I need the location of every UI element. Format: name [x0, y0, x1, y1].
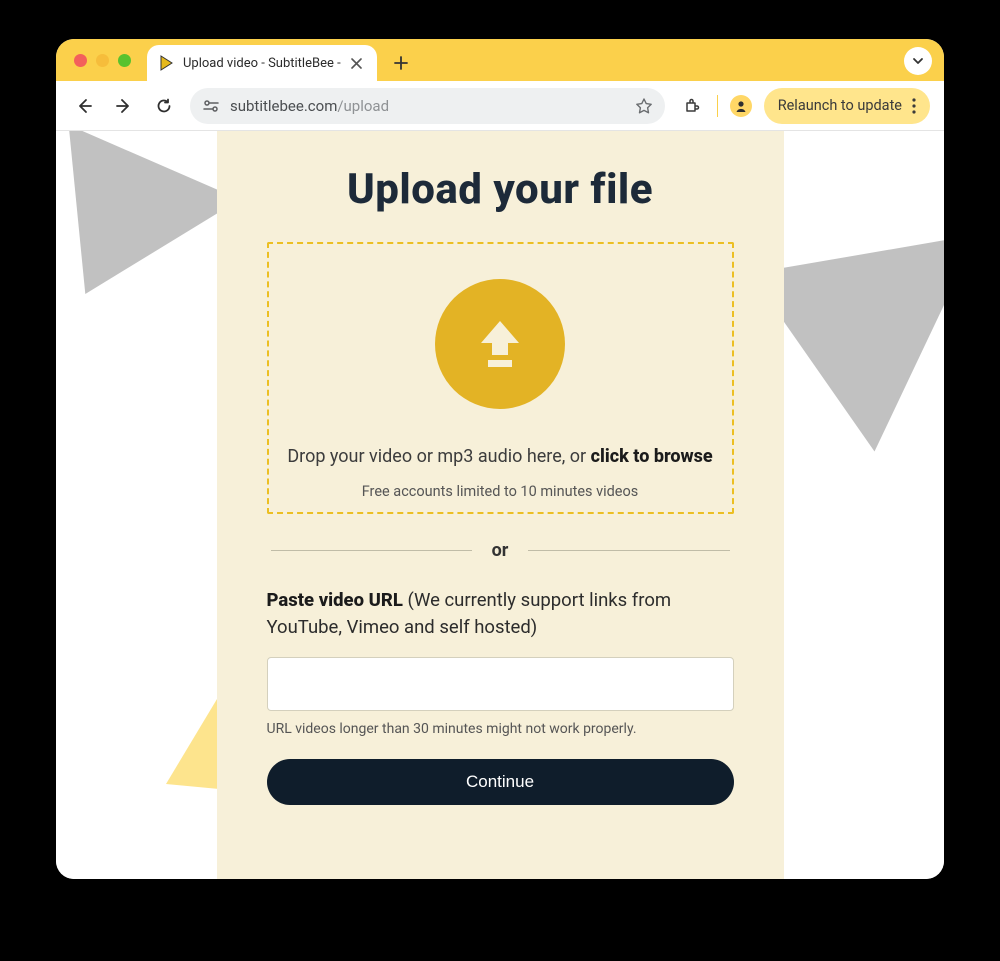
- forward-button[interactable]: [110, 92, 138, 120]
- close-tab-button[interactable]: [349, 55, 365, 71]
- browser-window: Upload video - SubtitleBee -: [56, 39, 944, 879]
- dropzone-text-prefix: Drop your video or mp3 audio here, or: [287, 446, 590, 467]
- back-button[interactable]: [70, 92, 98, 120]
- address-domain: subtitlebee.com: [230, 97, 337, 115]
- url-hint-text: URL videos longer than 30 minutes might …: [267, 721, 734, 737]
- new-tab-button[interactable]: [387, 49, 415, 77]
- window-controls: [68, 39, 131, 81]
- paste-url-label: Paste video URL (We currently support li…: [267, 587, 734, 641]
- page-title: Upload your file: [267, 165, 734, 214]
- more-icon: [912, 98, 916, 114]
- toolbar-divider: [717, 95, 718, 117]
- browser-tab[interactable]: Upload video - SubtitleBee -: [147, 45, 377, 81]
- extensions-button[interactable]: [677, 92, 705, 120]
- paste-url-label-bold: Paste video URL: [267, 589, 403, 611]
- file-dropzone[interactable]: Drop your video or mp3 audio here, or cl…: [267, 242, 734, 514]
- page-viewport: Upload your file Drop your video or mp3 …: [56, 131, 944, 879]
- continue-label: Continue: [466, 772, 534, 791]
- dropzone-text: Drop your video or mp3 audio here, or cl…: [287, 445, 714, 469]
- profile-button[interactable]: [730, 95, 752, 117]
- window-minimize-button[interactable]: [96, 54, 109, 67]
- tabs-dropdown-button[interactable]: [904, 47, 932, 75]
- upload-icon: [435, 279, 565, 409]
- video-url-input[interactable]: [267, 657, 734, 711]
- play-icon: [157, 54, 175, 72]
- dropzone-limit-text: Free accounts limited to 10 minutes vide…: [287, 483, 714, 500]
- address-path: /upload: [337, 97, 389, 115]
- relaunch-label: Relaunch to update: [778, 97, 902, 114]
- tab-strip: Upload video - SubtitleBee -: [56, 39, 944, 81]
- relaunch-button[interactable]: Relaunch to update: [764, 88, 930, 124]
- divider-line: [271, 550, 472, 551]
- bookmark-button[interactable]: [635, 97, 653, 115]
- divider-line: [528, 550, 729, 551]
- window-zoom-button[interactable]: [118, 54, 131, 67]
- address-url: subtitlebee.com/upload: [230, 97, 625, 115]
- browser-toolbar: subtitlebee.com/upload Relaunch to updat…: [56, 81, 944, 131]
- address-bar[interactable]: subtitlebee.com/upload: [190, 88, 665, 124]
- reload-button[interactable]: [150, 92, 178, 120]
- upload-card: Upload your file Drop your video or mp3 …: [217, 131, 784, 879]
- continue-button[interactable]: Continue: [267, 759, 734, 805]
- divider-or: or: [271, 540, 730, 561]
- window-close-button[interactable]: [74, 54, 87, 67]
- tab-title: Upload video - SubtitleBee -: [183, 56, 341, 71]
- divider-label: or: [492, 540, 509, 561]
- site-settings-icon[interactable]: [202, 99, 220, 113]
- dropzone-browse-link[interactable]: click to browse: [591, 446, 713, 467]
